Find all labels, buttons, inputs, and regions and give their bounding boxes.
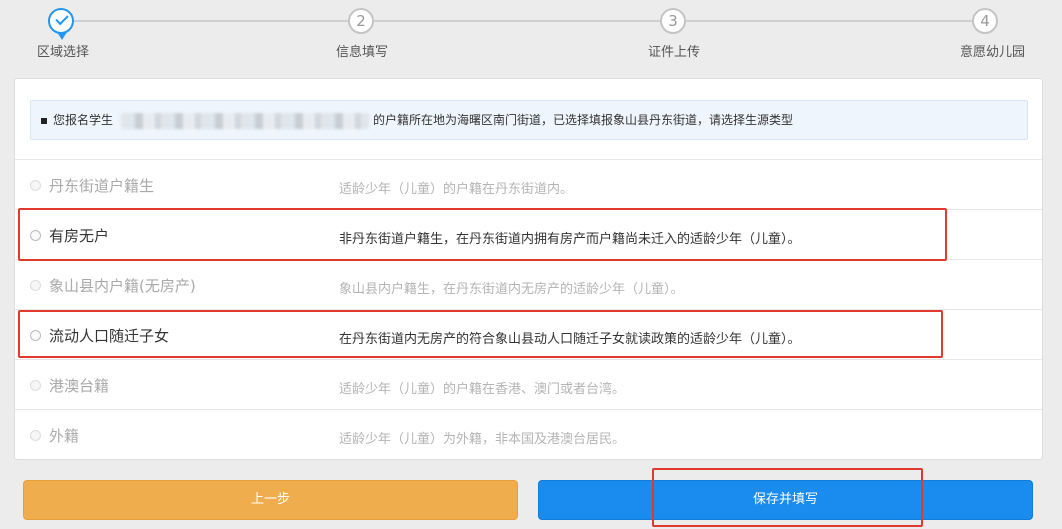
step-2-label: 信息填写: [336, 45, 389, 60]
option-waiji: 外籍 适龄少年（儿童）为外籍，非本国及港澳台居民。: [15, 409, 1042, 459]
option-youfang-wuhu[interactable]: 有房无户 非丹东街道户籍生，在丹东街道内拥有房产而户籍尚未迁入的适龄少年（儿童）…: [15, 209, 1042, 259]
option-label[interactable]: 有房无户: [49, 225, 109, 246]
option-description: 适龄少年（儿童）为外籍，非本国及港澳台居民。: [339, 432, 626, 447]
step-connector: [686, 20, 972, 22]
info-notice: 您报名学生 的户籍所在地为海曙区南门街道，已选择填报象山县丹东街道，请选择生源类型: [30, 100, 1028, 140]
radio-icon[interactable]: [30, 230, 41, 241]
notice-prefix: 您报名学生: [53, 113, 114, 127]
progress-stepper: 2 3 4 区域选择 信息填写 证件上传 意愿幼儿园: [0, 0, 1062, 68]
option-label[interactable]: 流动人口随迁子女: [49, 325, 169, 346]
step-2-node: 2: [348, 8, 374, 34]
source-type-options: 丹东街道户籍生 适龄少年（儿童）的户籍在丹东街道内。 有房无户 非丹东街道户籍生…: [15, 159, 1042, 459]
option-description: 非丹东街道户籍生，在丹东街道内拥有房产而户籍尚未迁入的适龄少年（儿童）。: [339, 232, 801, 247]
option-description: 适龄少年（儿童）的户籍在香港、澳门或者台湾。: [339, 382, 626, 397]
bullet-icon: [41, 117, 47, 124]
option-xiangshan-huji: 象山县内户籍(无房产) 象山县内户籍生，在丹东街道内无房产的适龄少年（儿童）。: [15, 259, 1042, 309]
step-1-label: 区域选择: [37, 45, 90, 60]
option-label: 港澳台籍: [49, 377, 110, 395]
option-description: 适龄少年（儿童）的户籍在丹东街道内。: [339, 182, 574, 197]
step-4-label: 意愿幼儿园: [960, 45, 1026, 60]
option-danding-huji: 丹东街道户籍生 适龄少年（儿童）的户籍在丹东街道内。: [15, 159, 1042, 209]
student-name-redacted: [121, 112, 370, 129]
step-1-node: [48, 8, 74, 40]
step-4-node: 4: [972, 8, 998, 34]
option-description: 在丹东街道内无房产的符合象山县动人口随迁子女就读政策的适龄少年（儿童）。: [339, 332, 801, 347]
save-and-continue-button[interactable]: 保存并填写: [538, 480, 1033, 520]
prev-step-button[interactable]: 上一步: [23, 480, 518, 520]
option-label: 丹东街道户籍生: [49, 177, 155, 195]
notice-suffix: 的户籍所在地为海曙区南门街道，已选择填报象山县丹东街道，请选择生源类型: [373, 113, 794, 127]
option-label: 象山县内户籍(无房产): [49, 277, 196, 295]
radio-icon: [30, 280, 41, 291]
option-description: 象山县内户籍生，在丹东街道内无房产的适龄少年（儿童）。: [339, 282, 684, 297]
radio-icon: [30, 180, 41, 191]
source-type-card: 您报名学生 的户籍所在地为海曙区南门街道，已选择填报象山县丹东街道，请选择生源类型…: [14, 78, 1043, 460]
step-connector: [74, 20, 348, 22]
option-gangaotai: 港澳台籍 适龄少年（儿童）的户籍在香港、澳门或者台湾。: [15, 359, 1042, 409]
check-icon: [55, 11, 69, 26]
step-3-node: 3: [660, 8, 686, 34]
step-connector: [374, 20, 660, 22]
step-3-label: 证件上传: [648, 45, 701, 60]
radio-icon: [30, 380, 41, 391]
option-liudong-renkou[interactable]: 流动人口随迁子女 在丹东街道内无房产的符合象山县动人口随迁子女就读政策的适龄少年…: [15, 309, 1042, 359]
radio-icon[interactable]: [30, 330, 41, 341]
radio-icon: [30, 430, 41, 441]
option-label: 外籍: [49, 427, 80, 445]
